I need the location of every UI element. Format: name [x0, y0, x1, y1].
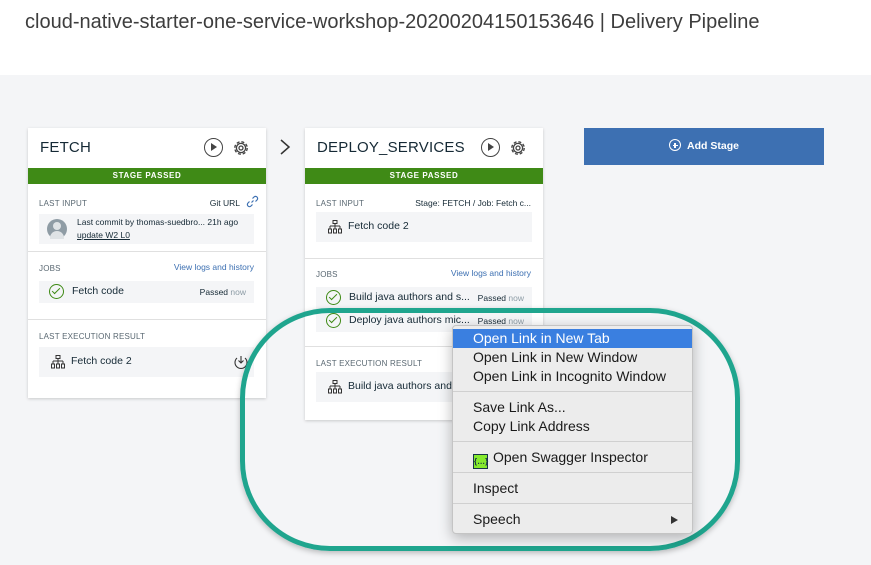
- menu-open-link-incognito[interactable]: Open Link in Incognito Window: [453, 367, 692, 386]
- add-stage-button[interactable]: Add Stage: [584, 128, 824, 165]
- build-artifact-icon: [51, 355, 65, 369]
- input-text: Fetch code 2: [348, 220, 409, 232]
- section-label: LAST EXECUTION RESULT: [39, 332, 146, 341]
- last-result-box: Fetch code 2: [39, 347, 254, 377]
- menu-speech[interactable]: Speech: [453, 510, 692, 529]
- commit-link[interactable]: update W2 L0: [77, 230, 130, 240]
- stage-card-fetch: FETCH STAGE PASSED LAST INPUT Git URL La…: [28, 128, 266, 398]
- job-name: Build java authors and s...: [349, 291, 470, 303]
- jobs-section: JOBS View logs and history Fetch code Pa…: [28, 252, 266, 320]
- link-icon[interactable]: [246, 195, 259, 208]
- job-name: Fetch code: [72, 285, 124, 297]
- menu-separator: [453, 441, 692, 442]
- menu-item-label: Open Swagger Inspector: [493, 449, 648, 465]
- last-input-section: LAST INPUT Stage: FETCH / Job: Fetch c..…: [305, 184, 543, 259]
- run-stage-icon[interactable]: [204, 138, 223, 157]
- view-logs-link[interactable]: View logs and history: [174, 262, 254, 272]
- last-input-box: Fetch code 2: [316, 212, 532, 242]
- check-icon: [326, 290, 341, 305]
- git-url-label: Git URL: [209, 198, 240, 208]
- gear-icon[interactable]: [508, 138, 528, 158]
- stage-header: DEPLOY_SERVICES: [305, 128, 543, 168]
- menu-separator: [453, 391, 692, 392]
- view-logs-link[interactable]: View logs and history: [451, 268, 531, 278]
- stage-name: DEPLOY_SERVICES: [317, 139, 465, 156]
- build-artifact-icon: [328, 220, 342, 234]
- job-status: Passed now: [477, 293, 524, 303]
- menu-save-link-as[interactable]: Save Link As...: [453, 398, 692, 417]
- menu-item-label: Speech: [473, 511, 521, 527]
- menu-open-link-new-tab[interactable]: Open Link in New Tab: [453, 329, 692, 348]
- run-stage-icon[interactable]: [481, 138, 500, 157]
- stage-header: FETCH: [28, 128, 266, 168]
- last-input-section: LAST INPUT Git URL Last commit by thomas…: [28, 184, 266, 252]
- input-source-label: Stage: FETCH / Job: Fetch c...: [415, 198, 531, 208]
- section-label: JOBS: [316, 270, 338, 279]
- last-commit-box: Last commit by thomas-suedbro... 21h ago…: [39, 214, 254, 244]
- commit-text: Last commit by thomas-suedbro... 21h ago: [77, 217, 239, 227]
- job-row[interactable]: Build java authors and s... Passed now: [316, 287, 532, 309]
- menu-copy-link-address[interactable]: Copy Link Address: [453, 417, 692, 436]
- plus-circle-icon: [669, 139, 682, 151]
- chevron-right-icon: [280, 139, 291, 155]
- add-stage-label: Add Stage: [687, 140, 739, 152]
- stage-status-badge: STAGE PASSED: [305, 168, 543, 184]
- context-menu: Open Link in New Tab Open Link in New Wi…: [452, 325, 693, 534]
- job-row[interactable]: Fetch code Passed now: [39, 281, 254, 303]
- gear-icon[interactable]: [231, 138, 251, 158]
- job-status: Passed now: [199, 287, 246, 297]
- check-icon: [49, 284, 64, 299]
- stage-status-badge: STAGE PASSED: [28, 168, 266, 184]
- section-label: LAST INPUT: [316, 199, 365, 208]
- page-title: cloud-native-starter-one-service-worksho…: [25, 11, 760, 33]
- result-text: Fetch code 2: [71, 355, 132, 367]
- menu-separator: [453, 472, 692, 473]
- section-label: LAST INPUT: [39, 199, 88, 208]
- swagger-icon: {…}: [473, 454, 488, 469]
- menu-open-link-new-window[interactable]: Open Link in New Window: [453, 348, 692, 367]
- last-result-section: LAST EXECUTION RESULT Fetch code 2: [28, 320, 266, 397]
- menu-open-swagger-inspector[interactable]: {…} Open Swagger Inspector: [453, 448, 692, 469]
- stage-name: FETCH: [40, 139, 91, 156]
- menu-separator: [453, 503, 692, 504]
- section-label: JOBS: [39, 264, 61, 273]
- avatar: [47, 219, 67, 239]
- page-header: cloud-native-starter-one-service-worksho…: [0, 0, 871, 75]
- submenu-arrow-icon: [671, 516, 678, 524]
- menu-inspect[interactable]: Inspect: [453, 479, 692, 498]
